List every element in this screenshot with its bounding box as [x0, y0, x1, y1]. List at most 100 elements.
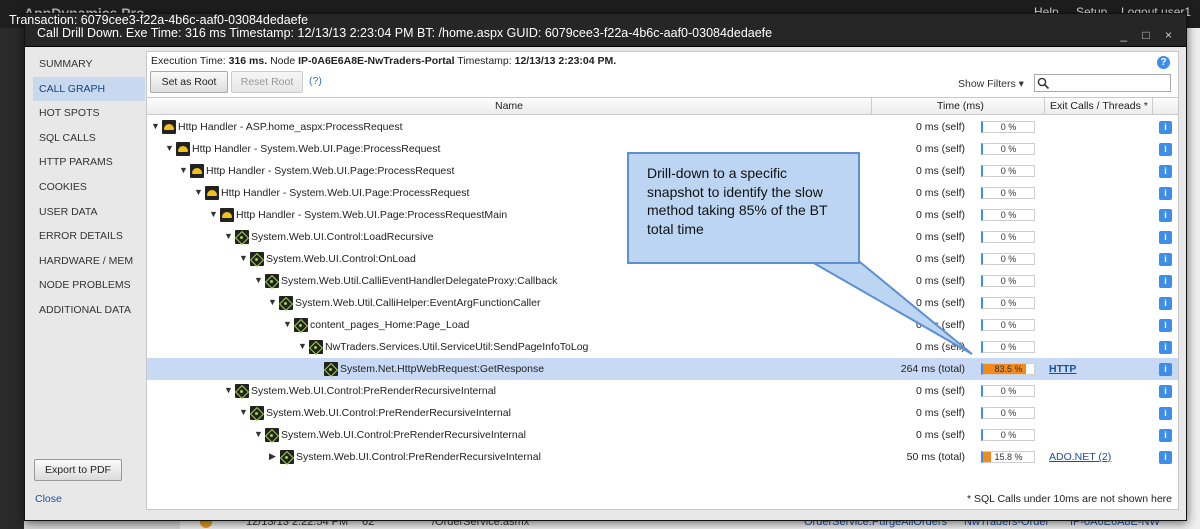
collapse-toggle[interactable]: ▼: [194, 187, 203, 197]
table-row[interactable]: ▼ Http Handler - ASP.home_aspx:ProcessReq…: [147, 116, 1178, 138]
code-icon: [265, 274, 279, 288]
row-info-icon[interactable]: i: [1159, 187, 1172, 200]
sidebar-item-summary[interactable]: SUMMARY: [33, 52, 145, 77]
collapse-toggle[interactable]: ▼: [165, 143, 174, 153]
row-info-icon[interactable]: i: [1159, 407, 1172, 420]
help-icon[interactable]: ?: [1157, 56, 1170, 69]
method-name: Http Handler - System.Web.UI.Page:Proces…: [221, 187, 470, 199]
row-info-icon[interactable]: i: [1159, 451, 1172, 464]
window-control-buttons[interactable]: _ □ ×: [1120, 28, 1178, 42]
show-filters-dropdown[interactable]: Show Filters ▾: [958, 78, 1024, 90]
method-time: 0 ms (self): [915, 231, 965, 243]
search-input[interactable]: [1053, 76, 1163, 90]
method-name: NwTraders.Services.Util.ServiceUtil:Send…: [325, 341, 589, 353]
row-info-icon[interactable]: i: [1159, 429, 1172, 442]
row-info-icon[interactable]: i: [1159, 275, 1172, 288]
sidebar-item-hardware-mem[interactable]: HARDWARE / MEM: [33, 249, 145, 274]
row-info-icon[interactable]: i: [1159, 231, 1172, 244]
column-header-time[interactable]: Time (ms): [937, 100, 984, 112]
method-name: System.Web.UI.Control:PreRenderRecursive…: [296, 451, 541, 463]
collapse-toggle[interactable]: ▼: [224, 385, 233, 395]
export-to-pdf-button[interactable]: Export to PDF: [34, 459, 122, 481]
call-graph-panel: Execution Time: 316 ms. Node IP-0A6E6A8E…: [146, 51, 1179, 510]
method-time: 0 ms (self): [915, 407, 965, 419]
collapse-toggle[interactable]: ▼: [239, 407, 248, 417]
dialog-title: Call Drill Down. Exe Time: 316 ms Timest…: [37, 26, 773, 40]
table-row[interactable]: ▼ NwTraders.Services.Util.ServiceUtil:Sen…: [147, 336, 1178, 358]
sidebar-item-hot-spots[interactable]: HOT SPOTS: [33, 101, 145, 126]
collapse-toggle[interactable]: ▼: [254, 275, 263, 285]
table-row[interactable]: ▶ System.Web.UI.Control:PreRenderRecursiv…: [147, 446, 1178, 468]
sidebar-item-node-problems[interactable]: NODE PROBLEMS: [33, 273, 145, 298]
handler-icon: [176, 142, 190, 156]
row-info-icon[interactable]: i: [1159, 121, 1172, 134]
row-info-icon[interactable]: i: [1159, 209, 1172, 222]
dialog-titlebar[interactable]: Transaction: 6079cee3-f22a-4b6c-aaf0-030…: [9, 13, 1186, 47]
column-separator: [1152, 98, 1153, 115]
collapse-toggle[interactable]: ▼: [224, 231, 233, 241]
collapse-toggle[interactable]: ▼: [268, 297, 277, 307]
expand-toggle[interactable]: ▶: [269, 451, 276, 462]
table-row[interactable]: ▼ System.Web.UI.Control:PreRenderRecursiv…: [147, 402, 1178, 424]
time-percent-bar: 0 %: [981, 209, 1035, 221]
row-info-icon[interactable]: i: [1159, 297, 1172, 310]
table-row[interactable]: System.Net.HttpWebRequest:GetResponse 264…: [147, 358, 1178, 380]
collapse-toggle[interactable]: ▼: [151, 121, 160, 131]
set-as-root-button[interactable]: Set as Root: [150, 71, 228, 93]
collapse-toggle[interactable]: ▼: [179, 165, 188, 175]
sidebar-item-cookies[interactable]: COOKIES: [33, 175, 145, 200]
method-name: System.Web.UI.Control:LoadRecursive: [251, 231, 434, 243]
exec-time-value: 316 ms.: [228, 55, 268, 67]
table-row[interactable]: ▼ System.Web.Util.CalliHelper:EventArgFun…: [147, 292, 1178, 314]
sidebar-item-sql-calls[interactable]: SQL CALLS: [33, 126, 145, 151]
toolbar-help-link[interactable]: (?): [309, 75, 322, 87]
row-info-icon[interactable]: i: [1159, 385, 1172, 398]
table-row[interactable]: ▼ System.Web.UI.Control:PreRenderRecursiv…: [147, 380, 1178, 402]
reset-root-button[interactable]: Reset Root: [231, 71, 303, 93]
table-row[interactable]: ▼ content_pages_Home:Page_Load 0 ms (self)…: [147, 314, 1178, 336]
method-name: System.Net.HttpWebRequest:GetResponse: [340, 363, 545, 375]
code-icon: [250, 252, 264, 266]
collapse-toggle[interactable]: ▼: [298, 341, 307, 351]
close-link[interactable]: Close: [35, 493, 62, 505]
method-time: 0 ms (self): [915, 429, 965, 441]
method-time: 0 ms (self): [915, 143, 965, 155]
column-header-exit-calls[interactable]: Exit Calls / Threads *: [1050, 100, 1148, 112]
method-time: 0 ms (self): [915, 165, 965, 177]
sidebar-item-call-graph[interactable]: CALL GRAPH: [33, 76, 145, 102]
collapse-toggle[interactable]: ▼: [209, 209, 218, 219]
table-row[interactable]: ▼ System.Web.Util.CalliEventHandlerDelega…: [147, 270, 1178, 292]
sidebar-item-user-data[interactable]: USER DATA: [33, 200, 145, 225]
collapse-toggle[interactable]: ▼: [239, 253, 248, 263]
row-info-icon[interactable]: i: [1159, 319, 1172, 332]
column-separator: [1044, 98, 1045, 115]
row-info-icon[interactable]: i: [1159, 341, 1172, 354]
exit-call-link[interactable]: ADO.NET (2): [1049, 451, 1111, 463]
collapse-toggle[interactable]: ▼: [283, 319, 292, 329]
code-icon: [235, 384, 249, 398]
row-info-icon[interactable]: i: [1159, 165, 1172, 178]
column-header-name[interactable]: Name: [495, 100, 523, 112]
time-percent-label: 15.8 %: [994, 452, 1023, 462]
sidebar-item-http-params[interactable]: HTTP PARAMS: [33, 150, 145, 175]
method-name: Http Handler - System.Web.UI.Page:Proces…: [192, 143, 441, 155]
method-name: System.Web.UI.Control:PreRenderRecursive…: [281, 429, 526, 441]
code-icon: [280, 450, 294, 464]
time-percent-bar: 15.8 %: [981, 451, 1035, 463]
time-percent-label: 0 %: [1000, 210, 1017, 220]
search-box[interactable]: [1034, 74, 1171, 92]
method-name: Http Handler - ASP.home_aspx:ProcessRequ…: [178, 121, 403, 133]
sidebar-item-additional-data[interactable]: ADDITIONAL DATA: [33, 298, 145, 323]
time-percent-label: 0 %: [1000, 188, 1017, 198]
row-info-icon[interactable]: i: [1159, 143, 1172, 156]
call-drill-down-dialog: Transaction: 6079cee3-f22a-4b6c-aaf0-030…: [9, 13, 1187, 521]
sidebar-item-error-details[interactable]: ERROR DETAILS: [33, 224, 145, 249]
row-info-icon[interactable]: i: [1159, 253, 1172, 266]
table-row[interactable]: ▼ System.Web.UI.Control:PreRenderRecursiv…: [147, 424, 1178, 446]
collapse-toggle[interactable]: ▼: [254, 429, 263, 439]
exit-call-link[interactable]: HTTP: [1049, 363, 1076, 375]
time-percent-label: 0 %: [1000, 408, 1017, 418]
row-info-icon[interactable]: i: [1159, 363, 1172, 376]
method-name: Http Handler - System.Web.UI.Page:Proces…: [206, 165, 455, 177]
code-icon: [265, 428, 279, 442]
